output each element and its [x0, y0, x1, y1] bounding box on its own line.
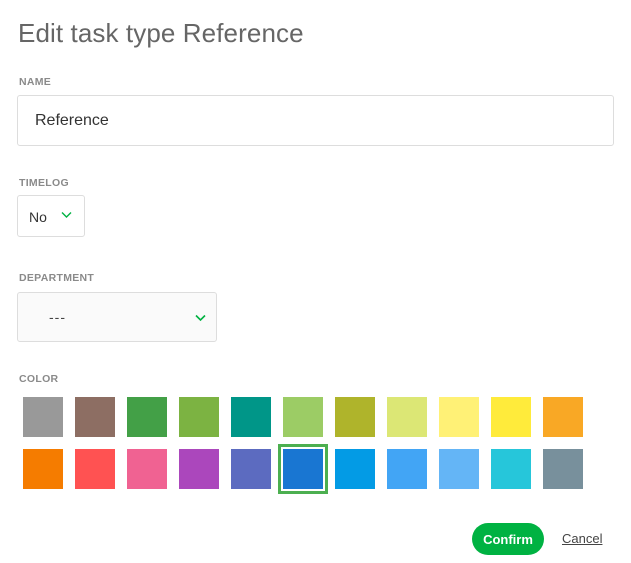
color-swatch[interactable]: [335, 397, 375, 437]
chevron-down-icon: [61, 212, 72, 218]
color-swatch[interactable]: [543, 449, 583, 489]
color-swatch[interactable]: [387, 397, 427, 437]
color-swatch[interactable]: [335, 449, 375, 489]
name-label: NAME: [19, 76, 52, 88]
color-swatch[interactable]: [491, 449, 531, 489]
color-swatch[interactable]: [439, 397, 479, 437]
color-swatch[interactable]: [127, 449, 167, 489]
department-select[interactable]: ---: [17, 292, 217, 342]
color-swatch[interactable]: [491, 397, 531, 437]
timelog-selected-value: No: [29, 209, 47, 225]
edit-task-type-dialog: Edit task type Reference NAME TIMELOG No…: [0, 0, 631, 563]
color-swatch[interactable]: [23, 397, 63, 437]
color-label: COLOR: [19, 373, 59, 385]
color-swatch[interactable]: [231, 397, 271, 437]
color-swatch[interactable]: [179, 449, 219, 489]
name-input[interactable]: [17, 95, 614, 146]
chevron-down-icon: [195, 314, 206, 322]
color-swatch[interactable]: [283, 397, 323, 437]
timelog-select[interactable]: No: [17, 195, 85, 237]
color-swatch[interactable]: [387, 449, 427, 489]
color-swatch[interactable]: [23, 449, 63, 489]
color-swatch[interactable]: [179, 397, 219, 437]
color-swatch[interactable]: [231, 449, 271, 489]
department-selected-value: ---: [49, 309, 66, 325]
department-label: DEPARTMENT: [19, 272, 95, 284]
dialog-title: Edit task type Reference: [18, 18, 304, 48]
color-swatch[interactable]: [278, 444, 328, 494]
timelog-label: TIMELOG: [19, 177, 69, 189]
color-swatch[interactable]: [439, 449, 479, 489]
confirm-button[interactable]: Confirm: [472, 523, 544, 555]
cancel-button[interactable]: Cancel: [562, 531, 602, 546]
color-swatch[interactable]: [543, 397, 583, 437]
color-swatch[interactable]: [75, 397, 115, 437]
color-swatch[interactable]: [127, 397, 167, 437]
color-swatch[interactable]: [75, 449, 115, 489]
